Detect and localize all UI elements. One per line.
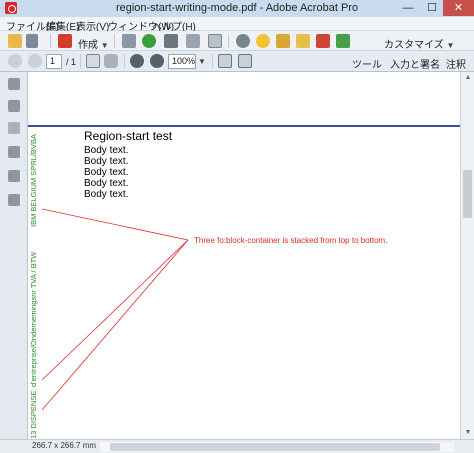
menu-bar: ファイル(F) 編集(E) 表示(V) ウィンドウ(W) ヘルプ(H): [0, 17, 474, 33]
callout-line-3: [41, 239, 189, 411]
send-icon[interactable]: [186, 34, 200, 48]
callout-line-2: [41, 239, 189, 381]
fit-page-icon[interactable]: [218, 54, 232, 68]
email-icon[interactable]: [208, 34, 222, 48]
next-page-icon[interactable]: [28, 54, 42, 68]
create-label: 作成: [78, 40, 98, 51]
previous-page-icon[interactable]: [8, 54, 22, 68]
toolbar-separator: [114, 34, 115, 48]
navigation-toolbar: 1 / 1 100% ▼ ツール 入力と署名 注釈: [0, 51, 474, 72]
comment-pane-button[interactable]: 注釈: [446, 56, 466, 71]
toolbar-separator: [50, 34, 51, 48]
toolbar-separator: [124, 54, 125, 68]
gear-icon[interactable]: [236, 34, 250, 48]
scroll-up-icon[interactable]: ▲: [461, 72, 474, 84]
toolbar-separator: [80, 54, 81, 68]
navigation-panel: [0, 72, 28, 439]
stamp-icon[interactable]: [296, 34, 310, 48]
layers-icon[interactable]: [8, 146, 20, 158]
main-toolbar: 作成 ▼ カスタマイズ ▼: [0, 31, 474, 51]
page-thumbnails-icon[interactable]: [8, 78, 20, 90]
tools-pane-button[interactable]: ツール: [352, 56, 382, 71]
hand-tool-icon[interactable]: [104, 54, 118, 68]
comment-bubble-icon[interactable]: [256, 34, 270, 48]
zoom-level-input[interactable]: 100%: [168, 54, 196, 69]
zoom-out-icon[interactable]: [130, 54, 144, 68]
annotation-text: Three fo:block-container is stacked from…: [194, 236, 388, 245]
bookmarks-icon[interactable]: [8, 100, 20, 112]
vertical-scrollbar[interactable]: ▲ ▼: [460, 72, 474, 439]
signatures-icon[interactable]: [8, 122, 20, 134]
toolbar-separator: [228, 34, 229, 48]
status-bar: 266.7 x 266.7 mm: [0, 439, 474, 453]
print-icon[interactable]: [164, 34, 178, 48]
zoom-in-icon[interactable]: [150, 54, 164, 68]
select-cursor-icon[interactable]: [86, 54, 100, 68]
print-preview-icon[interactable]: [26, 34, 38, 48]
title-bar: region-start-writing-mode.pdf - Adobe Ac…: [0, 0, 474, 17]
tag-icon[interactable]: [8, 194, 20, 206]
combine-icon[interactable]: [336, 34, 350, 48]
fill-sign-pane-button[interactable]: 入力と署名: [390, 56, 440, 71]
export-icon[interactable]: [316, 34, 330, 48]
vertical-scroll-thumb[interactable]: [463, 170, 472, 218]
document-view[interactable]: IBM BELGIUM SPRL/BVBA d'entreprise/Onder…: [28, 72, 460, 439]
customize-label: カスタマイズ: [384, 40, 444, 51]
page-total: / 1: [66, 57, 77, 67]
toolbar-separator: [212, 54, 213, 68]
page-size-readout: 266.7 x 266.7 mm: [32, 441, 97, 450]
scroll-down-icon[interactable]: ▼: [461, 427, 474, 439]
callout-lines: [41, 208, 189, 411]
chevron-down-icon: ▼: [198, 57, 206, 66]
page-number-input[interactable]: 1: [46, 54, 62, 69]
customize-button[interactable]: カスタマイズ ▼: [384, 36, 454, 51]
model-tree-icon[interactable]: [8, 170, 20, 182]
create-button[interactable]: 作成 ▼: [78, 36, 109, 51]
highlight-icon[interactable]: [276, 34, 290, 48]
maximize-button[interactable]: ☐: [420, 0, 444, 16]
minimize-button[interactable]: —: [396, 0, 420, 16]
chevron-down-icon: ▼: [100, 41, 109, 50]
close-button[interactable]: ✕: [443, 0, 474, 16]
save-icon[interactable]: [122, 34, 136, 48]
horizontal-scroll-thumb[interactable]: [110, 443, 440, 451]
chevron-down-icon: ▼: [446, 41, 455, 50]
callout-line-1: [41, 208, 189, 241]
fit-width-icon[interactable]: [238, 54, 252, 68]
open-folder-icon[interactable]: [8, 34, 22, 48]
cloud-upload-icon[interactable]: [142, 34, 156, 48]
zoom-dropdown[interactable]: ▼: [198, 56, 206, 67]
horizontal-scrollbar[interactable]: [100, 442, 454, 452]
create-pdf-icon[interactable]: [58, 34, 72, 48]
